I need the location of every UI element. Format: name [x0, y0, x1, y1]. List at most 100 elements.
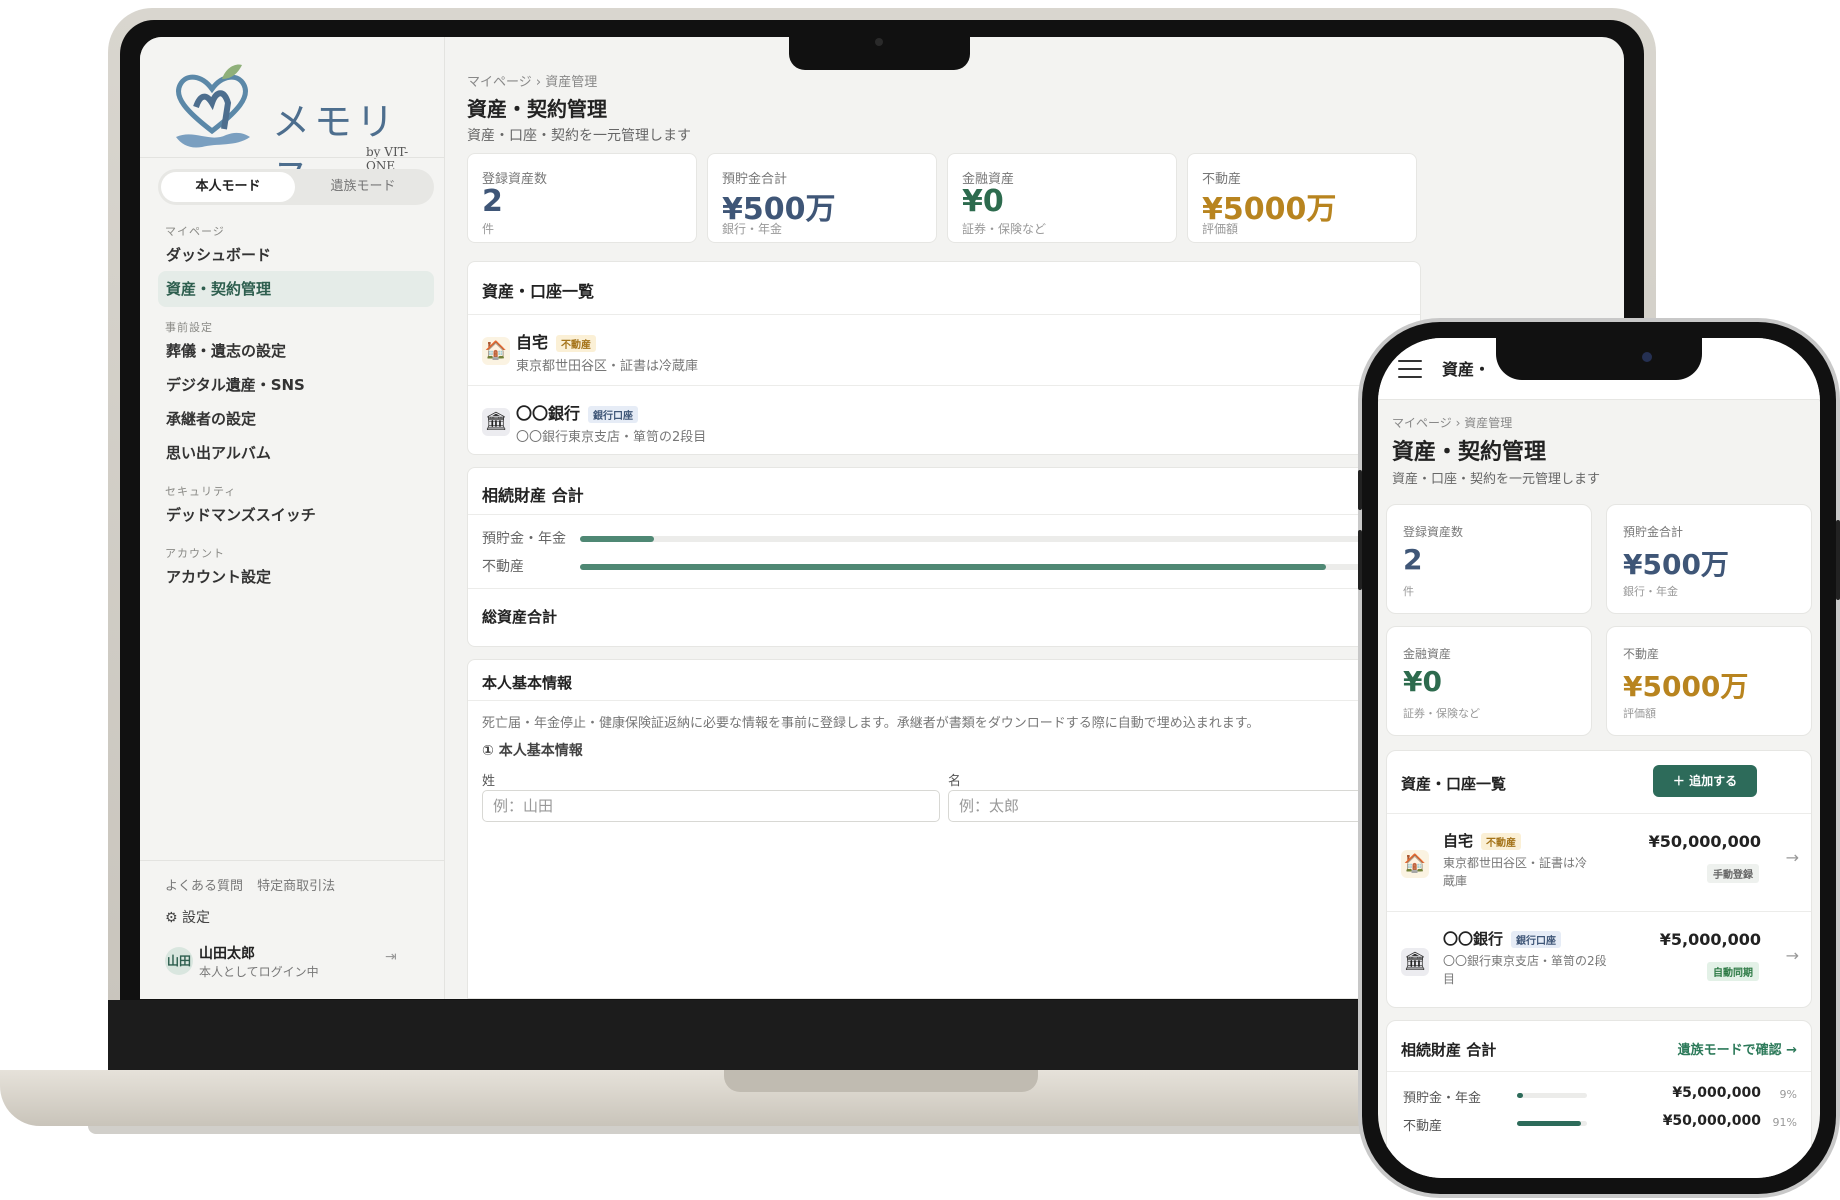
- bar-label-realestate: 不動産: [482, 559, 524, 575]
- sidebar-item-deadman[interactable]: デッドマンズスイッチ: [158, 497, 434, 533]
- asset-desc: 東京都世田谷区・証書は冷蔵庫: [516, 359, 699, 374]
- last-name-label: 姓: [482, 774, 496, 789]
- stat-note: 件: [1403, 585, 1414, 598]
- stat-card-count: 登録資産数 2 件: [1386, 504, 1592, 614]
- total-label: 総資産合計: [482, 608, 558, 626]
- asset-list-title: 資産・口座一覧: [1401, 775, 1507, 793]
- asset-name: 自宅 不動産: [516, 329, 597, 353]
- bar-pct-realestate: 91%: [1772, 1116, 1797, 1129]
- stat-value: 2: [1403, 543, 1423, 576]
- asset-tag: 銀行口座: [1511, 931, 1562, 948]
- legal-link[interactable]: 特定商取引法: [257, 879, 335, 894]
- settings-label: 設定: [182, 910, 211, 926]
- last-name-field[interactable]: 例：山田: [482, 790, 940, 822]
- bar-track-realestate: [1517, 1121, 1587, 1126]
- stat-card-count: 登録資産数 2 件: [467, 153, 697, 243]
- user-card: 山田 山田太郎 本人としてログイン中 ⇥: [165, 943, 435, 987]
- stat-value: ¥500万: [1623, 548, 1729, 581]
- house-icon: 🏠: [1401, 850, 1429, 878]
- page-title: 資産・契約管理: [467, 97, 607, 121]
- mode-family-button[interactable]: 遺族モード: [296, 172, 430, 202]
- faq-link[interactable]: よくある質問: [165, 879, 243, 894]
- sidebar-item-dashboard[interactable]: ダッシュボード: [158, 237, 434, 273]
- basic-info-desc: 死亡届・年金停止・健康保険証返納に必要な情報を事前に登録します。承継者が書類をダ…: [482, 716, 1260, 731]
- asset-name: 〇〇銀行 銀行口座: [1443, 928, 1562, 949]
- stat-note: 評価額: [1623, 707, 1656, 720]
- sidebar: メモリス by VIT-ONE 本人モード 遺族モード マイページ ダッシュボー…: [140, 37, 445, 999]
- phone-volume-button: [1358, 530, 1362, 590]
- footer-links: よくある質問 特定商取引法: [165, 875, 345, 894]
- sidebar-item-digital[interactable]: デジタル遺産・SNS: [158, 367, 434, 403]
- settings-link[interactable]: ⚙ 設定: [165, 907, 210, 927]
- asset-row-home[interactable]: 🏠 自宅 不動産 東京都世田谷区・証書は冷蔵庫: [468, 314, 1420, 385]
- chevron-right-icon: →: [1785, 848, 1799, 867]
- asset-tag: 不動産: [556, 335, 597, 352]
- stat-note: 件: [482, 222, 495, 236]
- asset-desc: 東京都世田谷区・証書は冷蔵庫: [1443, 856, 1588, 888]
- bar-label-realestate: 不動産: [1403, 1119, 1443, 1134]
- stat-value: ¥0: [962, 184, 1004, 219]
- breadcrumb: マイページ › 資産管理: [467, 75, 598, 90]
- bar-track-savings: [580, 536, 1400, 542]
- stat-value: ¥5000万: [1623, 670, 1749, 703]
- sidebar-item-album[interactable]: 思い出アルバム: [158, 435, 434, 471]
- sidebar-item-account[interactable]: アカウント設定: [158, 559, 434, 595]
- chevron-right-icon: →: [1785, 946, 1799, 965]
- asset-list-panel: 資産・口座一覧 ＋ 追加する 🏠 自宅 不動産 東京都世田谷区・証書は冷蔵庫 ¥5…: [1386, 750, 1812, 1008]
- user-name: 山田太郎: [199, 946, 255, 962]
- bar-fill-realestate: [580, 564, 1327, 570]
- asset-badge: 手動登録: [1707, 864, 1759, 883]
- house-icon: 🏠: [482, 337, 510, 365]
- app-logo[interactable]: メモリス by VIT-ONE: [166, 59, 426, 199]
- asset-row-bank[interactable]: 🏛 〇〇銀行 銀行口座 〇〇銀行東京支店・箪笥の2段目 ¥5,000,000 自動…: [1387, 911, 1811, 1007]
- bar-fill-realestate: [1517, 1121, 1581, 1126]
- basic-info-section: ① 本人基本情報: [482, 743, 583, 759]
- asset-name: 〇〇銀行 銀行口座: [516, 400, 639, 424]
- laptop-camera: [875, 38, 883, 46]
- first-name-label: 名: [948, 774, 962, 789]
- bar-fill-savings: [580, 536, 654, 542]
- stat-note: 証券・保険など: [1403, 707, 1480, 720]
- bar-label-savings: 預貯金・年金: [1403, 1091, 1482, 1106]
- plus-icon: ＋: [1672, 774, 1690, 788]
- stat-note: 評価額: [1202, 222, 1239, 236]
- gear-icon: ⚙: [165, 910, 178, 926]
- sidebar-footer-divider: [140, 860, 445, 861]
- basic-info-title: 本人基本情報: [482, 674, 573, 692]
- sidebar-item-heir[interactable]: 承継者の設定: [158, 401, 434, 437]
- sidebar-item-funeral[interactable]: 葬儀・遺志の設定: [158, 333, 434, 369]
- mode-self-button[interactable]: 本人モード: [161, 172, 295, 202]
- bar-track-realestate: [580, 564, 1400, 570]
- stat-note: 銀行・年金: [1623, 585, 1678, 598]
- breadcrumb: マイページ › 資産管理: [1392, 416, 1513, 430]
- phone-volume-button: [1358, 470, 1362, 510]
- page-subtitle: 資産・口座・契約を一元管理します: [1392, 472, 1601, 487]
- asset-tag: 銀行口座: [588, 406, 639, 423]
- stat-card-savings: 預貯金合計 ¥500万 銀行・年金: [1606, 504, 1812, 614]
- asset-tag: 不動産: [1481, 833, 1522, 850]
- bar-amount-realestate: ¥50,000,000: [1662, 1113, 1761, 1129]
- bar-fill-savings: [1517, 1093, 1524, 1098]
- sidebar-item-assets[interactable]: 資産・契約管理: [158, 271, 434, 307]
- asset-amount: ¥50,000,000: [1648, 832, 1761, 851]
- stat-label: 登録資産数: [1403, 525, 1464, 539]
- basic-info-panel: 本人基本情報 死亡届・年金停止・健康保険証返納に必要な情報を事前に登録します。承…: [467, 659, 1421, 999]
- sidebar-divider: [140, 157, 445, 158]
- inheritance-panel: 相続財産 合計 遺族モードで確認 → 預貯金・年金 ¥5,000,000 9% …: [1386, 1020, 1812, 1178]
- add-asset-button[interactable]: ＋ 追加する: [1653, 765, 1757, 797]
- asset-amount: ¥5,000,000: [1659, 930, 1761, 949]
- asset-name: 自宅 不動産: [1443, 830, 1522, 851]
- bar-label-savings: 預貯金・年金: [482, 531, 566, 547]
- asset-desc: 〇〇銀行東京支店・箪笥の2段目: [1443, 954, 1607, 986]
- asset-row-home[interactable]: 🏠 自宅 不動産 東京都世田谷区・証書は冷蔵庫 ¥50,000,000 手動登録 …: [1387, 813, 1811, 911]
- stat-note: 銀行・年金: [722, 222, 783, 236]
- family-mode-link[interactable]: 遺族モードで確認 →: [1678, 1039, 1797, 1058]
- logout-icon[interactable]: ⇥: [385, 949, 397, 965]
- first-name-field[interactable]: 例：太郎: [948, 790, 1406, 822]
- page-title: 資産・契約管理: [1392, 440, 1547, 465]
- device-mockup-stage: メモリス by VIT-ONE 本人モード 遺族モード マイページ ダッシュボー…: [0, 0, 1840, 1200]
- stat-card-realestate: 不動産 ¥5000万 評価額: [1606, 626, 1812, 736]
- asset-row-bank[interactable]: 🏛 〇〇銀行 銀行口座 〇〇銀行東京支店・箪笥の2段目: [468, 385, 1420, 454]
- menu-icon[interactable]: [1398, 360, 1422, 378]
- stat-card-savings: 預貯金合計 ¥500万 銀行・年金: [707, 153, 937, 243]
